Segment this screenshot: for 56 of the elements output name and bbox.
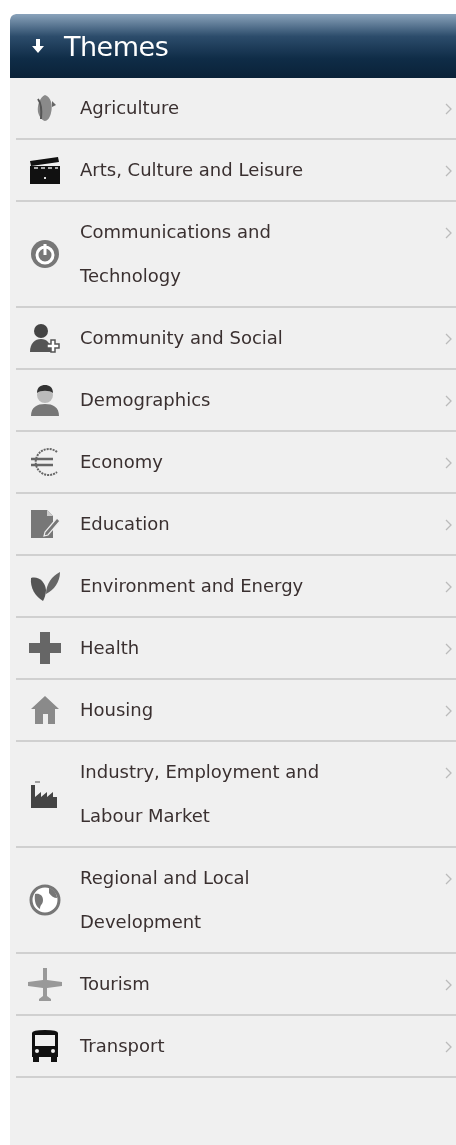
chevron-icon [445,457,452,469]
chevron-icon [445,395,452,407]
theme-label: Community and Social [80,326,284,350]
theme-list-item[interactable]: Education [16,494,456,556]
theme-list-item[interactable]: Community and Social [16,308,456,370]
globe-icon [29,884,61,916]
theme-list-item[interactable]: Tourism [16,954,456,1016]
theme-label: Economy [80,450,164,474]
theme-label: Health [80,636,141,660]
chevron-icon [445,227,452,239]
theme-label: Environment and Energy [80,574,305,598]
chevron-icon [445,643,452,655]
cross-icon [29,632,61,664]
chevron-icon [445,1041,452,1053]
person-icon [30,384,60,416]
theme-list-item[interactable]: Economy [16,432,456,494]
chevron-icon [445,165,452,177]
theme-label: Education [80,512,171,536]
chevron-icon [445,767,452,779]
theme-list-item[interactable]: Health [16,618,456,680]
theme-label: Tourism [80,972,151,996]
theme-label: Housing [80,698,155,722]
euro-icon [30,447,60,477]
theme-label: Communications and Technology [80,220,272,288]
theme-label: Regional and Local Development [80,866,251,934]
theme-list-item[interactable]: Industry, Employment and Labour Market [16,742,456,848]
theme-list-item[interactable]: Regional and Local Development [16,848,456,954]
document-pencil-icon [29,508,61,540]
theme-label: Demographics [80,388,212,412]
panel-title: Themes [64,30,169,62]
theme-label: Arts, Culture and Leisure [80,158,305,182]
theme-list-item[interactable]: Demographics [16,370,456,432]
theme-label: Agriculture [80,96,180,120]
theme-list-item[interactable]: Housing [16,680,456,742]
theme-label: Transport [80,1034,166,1058]
chevron-icon [445,979,452,991]
chevron-icon [445,103,452,115]
airplane-icon [28,967,62,1001]
panel-header[interactable]: Themes [10,14,456,78]
chevron-icon [445,519,452,531]
theme-list-item[interactable]: Communications and Technology [16,202,456,308]
house-icon [30,695,60,725]
chevron-icon [445,873,452,885]
theme-list-item[interactable]: Environment and Energy [16,556,456,618]
theme-list-item[interactable]: Transport [16,1016,456,1078]
clapperboard-icon [29,155,61,185]
theme-list-item[interactable]: Agriculture [16,78,456,140]
chevron-icon [445,333,452,345]
user-add-icon [29,322,61,354]
leaves-icon [29,570,61,602]
chevron-icon [445,581,452,593]
theme-list-item[interactable]: Arts, Culture and Leisure [16,140,456,202]
power-icon [30,239,60,269]
theme-label: Industry, Employment and Labour Market [80,760,321,828]
chevron-icon [445,705,452,717]
factory-icon [30,779,60,809]
